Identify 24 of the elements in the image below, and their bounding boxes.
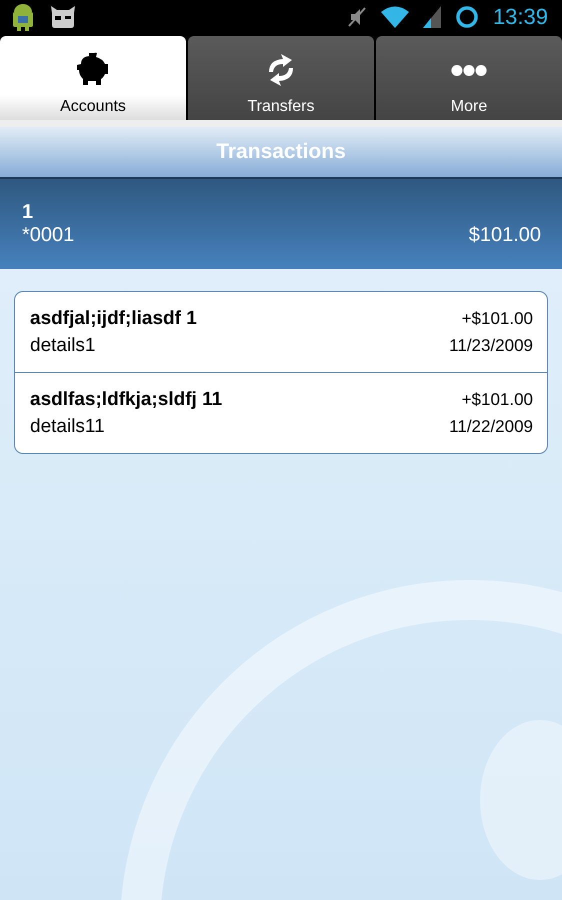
transaction-amount: +$101.00 (462, 309, 533, 330)
screen-title: Transactions (216, 140, 346, 164)
transaction-description: asdfjal;ijdf;liasdf 1 (30, 308, 197, 330)
account-name: 1 (22, 201, 34, 224)
account-number: *0001 (22, 224, 74, 247)
robot-head-icon[interactable] (50, 5, 76, 29)
transaction-date: 11/23/2009 (449, 336, 533, 356)
transaction-details: details11 (30, 416, 106, 438)
android-robot-icon[interactable] (10, 3, 36, 31)
signal-icon (422, 6, 441, 28)
ring-icon (454, 5, 479, 29)
account-balance: $101.00 (468, 224, 541, 247)
transaction-date: 11/22/2009 (449, 416, 533, 437)
wifi-icon (380, 6, 409, 28)
clock: 13:39 (492, 4, 548, 30)
tab[interactable]: Accounts (0, 36, 186, 120)
transaction-details: details1 (30, 334, 96, 357)
transaction-amount: +$101.00 (462, 390, 533, 410)
mute-icon (346, 6, 367, 28)
transaction-description: asdlfas;ldfkja;sldfj 11 (30, 389, 222, 412)
tab[interactable]: Transfers (188, 36, 374, 120)
tab[interactable]: More (376, 36, 562, 120)
account-header[interactable]: 1 *0001 $101.00 (0, 179, 562, 269)
more-icon (451, 64, 487, 76)
